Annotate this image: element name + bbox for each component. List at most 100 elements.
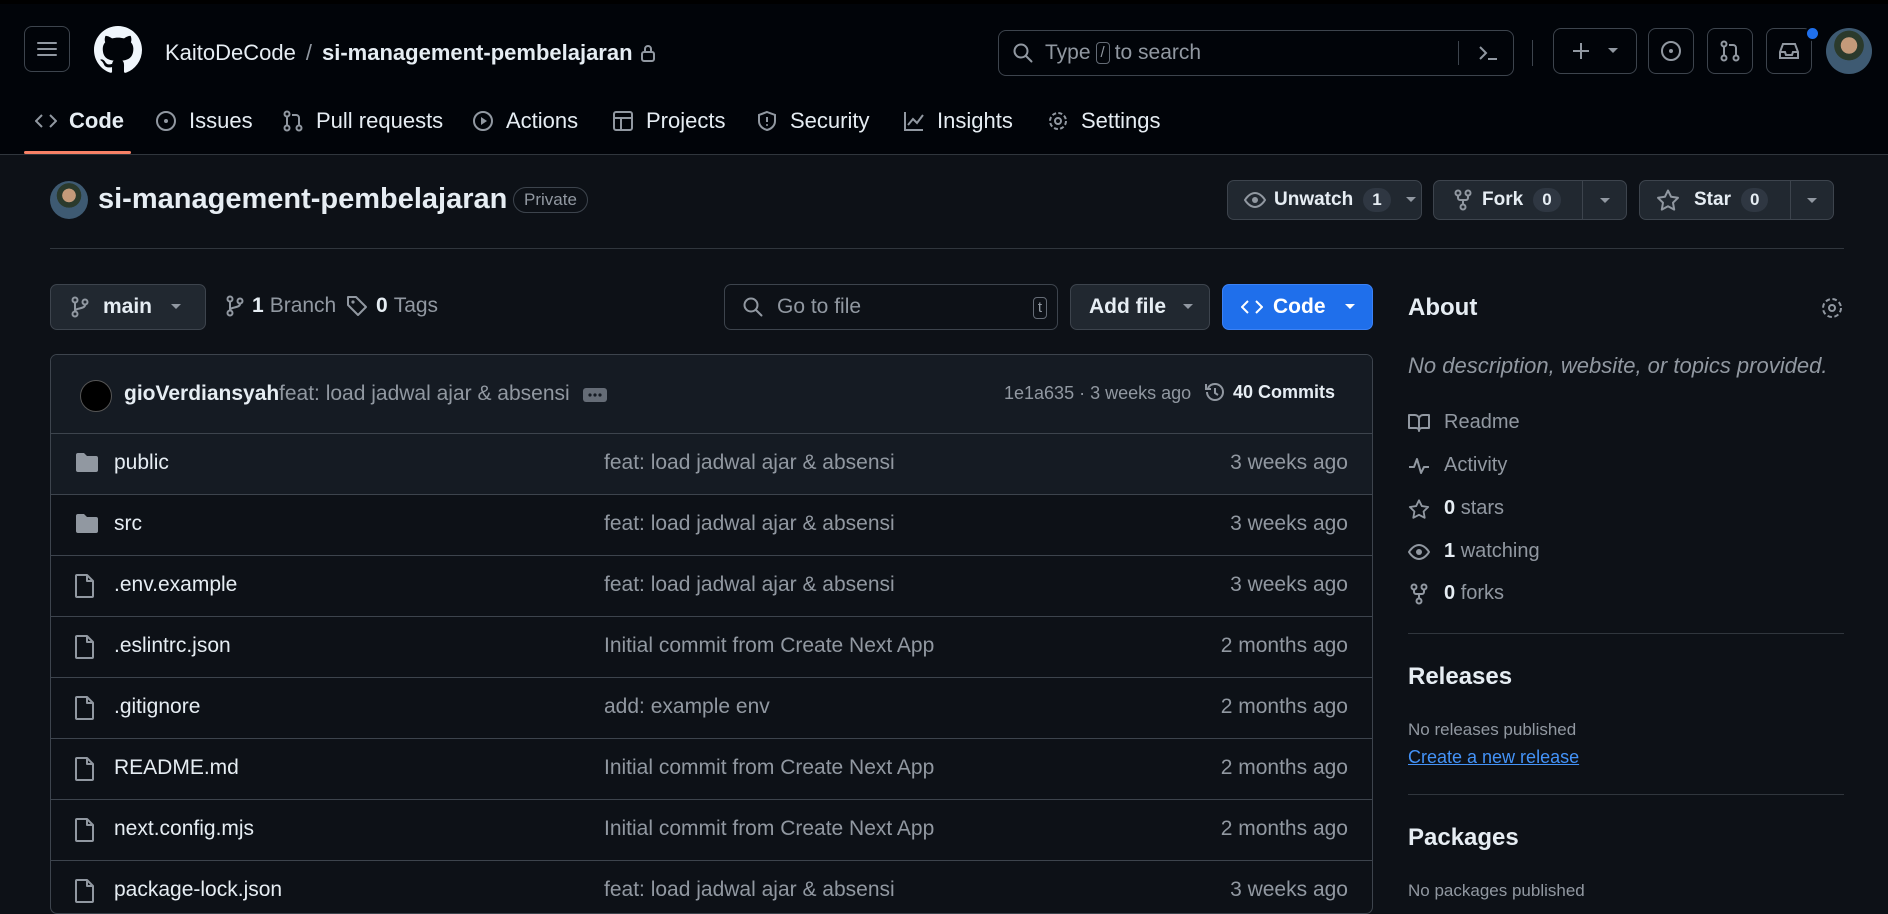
table-row[interactable]: .eslintrc.json Initial commit from Create… — [51, 617, 1372, 678]
add-file-button[interactable]: Add file — [1070, 284, 1210, 330]
tab-insights[interactable]: Insights — [903, 96, 1013, 146]
star-button[interactable]: Star 0 — [1639, 180, 1834, 220]
menu-button[interactable] — [24, 26, 70, 72]
history-icon — [1205, 382, 1224, 401]
branch-select-button[interactable]: main — [50, 284, 206, 330]
file-name-link[interactable]: public — [114, 451, 169, 475]
repo-link[interactable]: si-management-pembelajaran — [322, 40, 633, 66]
file-commit-date: 2 months ago — [1220, 756, 1348, 779]
table-row[interactable]: next.config.mjs Initial commit from Creat… — [51, 800, 1372, 861]
pulse-icon — [1409, 457, 1429, 474]
tab-security[interactable]: Security — [756, 96, 869, 146]
avatar[interactable] — [1826, 28, 1872, 74]
file-icon — [75, 818, 94, 842]
repo-title[interactable]: si-management-pembelajaran — [98, 183, 507, 216]
file-name-link[interactable]: src — [114, 512, 142, 536]
file-commit-date: 2 months ago — [1220, 634, 1348, 657]
issue-icon — [1661, 41, 1681, 61]
book-icon — [1408, 413, 1430, 432]
gear-icon — [1049, 112, 1067, 130]
chevron-down-icon — [1344, 304, 1355, 309]
chevron-down-icon[interactable] — [1806, 197, 1818, 205]
forks-label: forks — [1460, 582, 1505, 604]
chevron-down-icon[interactable] — [1599, 197, 1611, 205]
table-row[interactable]: src feat: load jadwal ajar & absensi 3 wee… — [51, 495, 1372, 556]
tag-icon — [347, 296, 367, 316]
releases-title[interactable]: Releases — [1408, 663, 1512, 691]
commit-expand-button[interactable] — [583, 388, 607, 402]
file-name-link[interactable]: .gitignore — [114, 695, 200, 719]
file-commit-message[interactable]: feat: load jadwal ajar & absensi — [604, 573, 895, 597]
tag-count: 0 — [376, 294, 388, 317]
commit-author-avatar[interactable] — [80, 380, 112, 412]
add-file-label: Add file — [1089, 295, 1166, 318]
forks-link[interactable]: 0 forks — [1408, 582, 1504, 605]
code-dropdown-button[interactable]: Code — [1222, 284, 1373, 330]
fork-count: 0 — [1533, 188, 1561, 212]
unwatch-button[interactable]: Unwatch 1 — [1227, 180, 1422, 220]
tab-actions[interactable]: Actions — [472, 96, 578, 146]
tab-issues[interactable]: Issues — [155, 96, 253, 146]
file-name-link[interactable]: .eslintrc.json — [114, 634, 231, 658]
pull-requests-button[interactable] — [1707, 28, 1753, 74]
notification-dot-icon — [1805, 26, 1820, 41]
code-icon — [35, 114, 57, 128]
about-description: No description, website, or topics provi… — [1408, 353, 1828, 378]
branch-icon — [71, 296, 89, 318]
stars-link[interactable]: 0 stars — [1408, 497, 1504, 520]
file-commit-message[interactable]: add: example env — [604, 695, 770, 719]
file-commit-message[interactable]: feat: load jadwal ajar & absensi — [604, 878, 895, 902]
tag-label: Tags — [393, 294, 439, 317]
tab-code[interactable]: Code — [35, 96, 124, 146]
search-placeholder-pre: Type — [1045, 41, 1091, 64]
create-release-link[interactable]: Create a new release — [1408, 747, 1579, 768]
watch-count: 1 — [1363, 188, 1391, 212]
commits-link[interactable]: 40 Commits — [1203, 380, 1335, 404]
releases-empty-text: No releases published — [1408, 720, 1577, 739]
tab-projects[interactable]: Projects — [612, 96, 725, 146]
commit-hash-time[interactable]: 1e1a635 · 3 weeks ago — [1004, 383, 1191, 404]
watching-label: watching — [1460, 540, 1540, 562]
gear-icon[interactable] — [1820, 296, 1844, 320]
code-label: Code — [1273, 295, 1326, 318]
file-commit-message[interactable]: Initial commit from Create Next App — [604, 634, 934, 658]
table-row[interactable]: .env.example feat: load jadwal ajar & abs… — [51, 556, 1372, 617]
table-row[interactable]: README.md Initial commit from Create Next… — [51, 739, 1372, 800]
owner-link[interactable]: KaitoDeCode — [165, 40, 296, 66]
table-row[interactable]: public feat: load jadwal ajar & absensi 3 … — [51, 434, 1372, 495]
command-palette-icon[interactable] — [1477, 43, 1499, 63]
github-logo-icon[interactable] — [94, 26, 142, 74]
watching-link[interactable]: 1 watching — [1408, 540, 1540, 563]
file-commit-message[interactable]: feat: load jadwal ajar & absensi — [604, 451, 895, 475]
file-name-link[interactable]: package-lock.json — [114, 878, 282, 902]
tab-projects-label: Projects — [646, 108, 726, 133]
file-name-link[interactable]: next.config.mjs — [114, 817, 254, 841]
search-icon — [743, 297, 763, 317]
branches-link[interactable]: 1 Branch — [226, 294, 336, 318]
readme-link[interactable]: Readme — [1408, 411, 1520, 434]
activity-link[interactable]: Activity — [1408, 454, 1507, 477]
file-commit-message[interactable]: Initial commit from Create Next App — [604, 756, 934, 780]
tab-settings[interactable]: Settings — [1047, 96, 1161, 146]
table-row[interactable]: .gitignore add: example env 2 months ago — [51, 678, 1372, 739]
tab-settings-label: Settings — [1081, 108, 1161, 133]
file-commit-message[interactable]: feat: load jadwal ajar & absensi — [604, 512, 895, 536]
global-search-input[interactable]: Type / to search — [998, 30, 1514, 76]
file-name-link[interactable]: .env.example — [114, 573, 237, 597]
file-commit-message[interactable]: Initial commit from Create Next App — [604, 817, 934, 841]
tab-pull-requests[interactable]: Pull requests — [282, 96, 443, 146]
file-name-link[interactable]: README.md — [114, 756, 239, 780]
file-icon — [75, 757, 94, 781]
tags-link[interactable]: 0 Tags — [346, 294, 438, 318]
table-row[interactable]: package-lock.json feat: load jadwal ajar … — [51, 861, 1372, 913]
search-icon — [1013, 43, 1033, 63]
packages-title[interactable]: Packages — [1408, 824, 1519, 852]
commit-author[interactable]: gioVerdiansyah — [124, 382, 279, 406]
issues-button[interactable] — [1648, 28, 1694, 74]
chevron-down-icon — [171, 304, 182, 309]
fork-button[interactable]: Fork 0 — [1433, 180, 1627, 220]
go-to-file-input[interactable]: Go to file t — [724, 284, 1058, 330]
eye-icon — [1408, 543, 1430, 560]
create-new-button[interactable] — [1553, 28, 1637, 74]
commit-message[interactable]: feat: load jadwal ajar & absensi — [279, 382, 570, 406]
